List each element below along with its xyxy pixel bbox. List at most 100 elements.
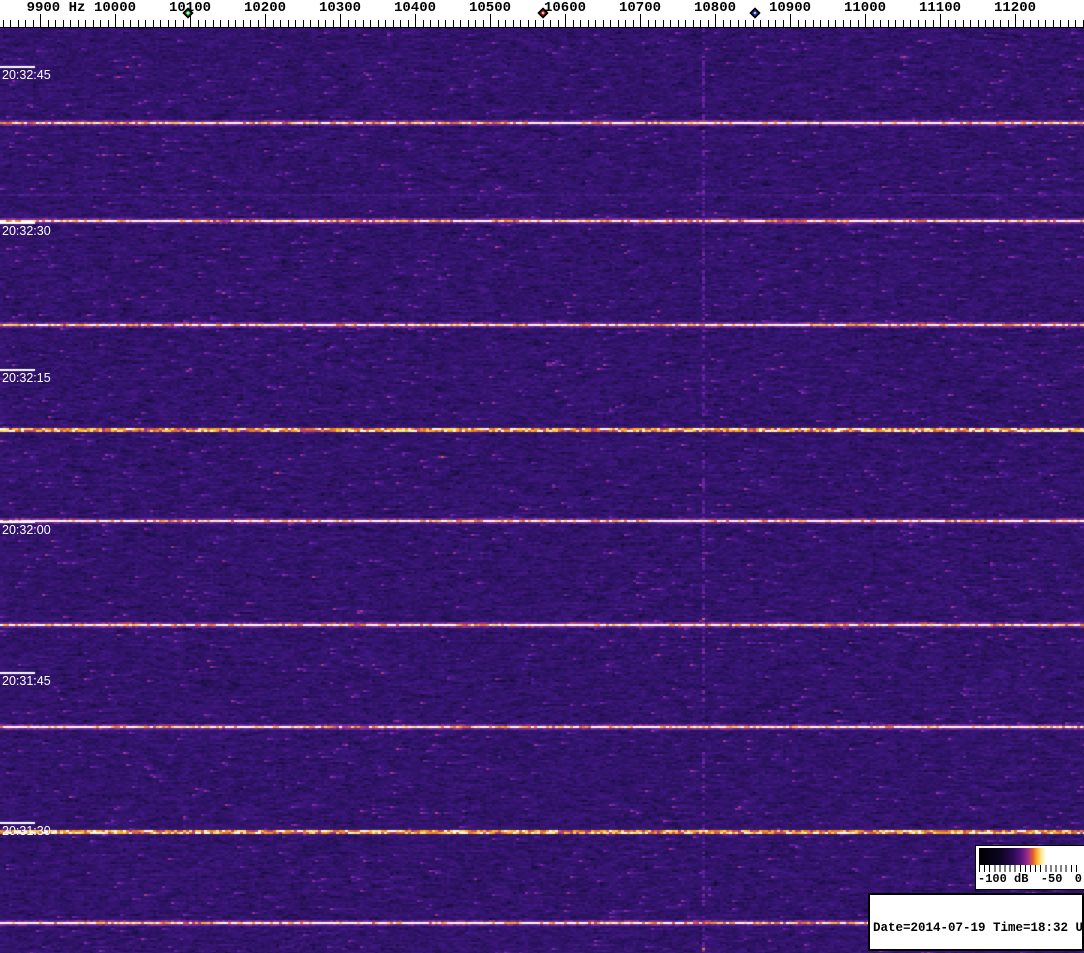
frequency-tick [303, 20, 304, 27]
frequency-tick [48, 20, 49, 27]
frequency-tick [1053, 20, 1054, 27]
time-label: 20:32:30 [2, 224, 51, 238]
frequency-tick [663, 20, 664, 27]
frequency-tick [963, 20, 964, 27]
spectrogram-screen: 9900 Hz 10000 10100 10200 10300 10400 10500 106… [0, 0, 1084, 953]
frequency-tick [468, 20, 469, 27]
frequency-tick [175, 20, 176, 27]
frequency-tick [655, 20, 656, 27]
station-info-box: Date=2014-07-19 Time=18:32 UTC Freq=143 … [868, 893, 1084, 951]
frequency-tick [775, 20, 776, 27]
frequency-tick [198, 20, 199, 27]
frequency-tick [1008, 20, 1009, 27]
frequency-tick [880, 20, 881, 27]
frequency-tick [813, 20, 814, 27]
frequency-tick [1060, 20, 1061, 27]
frequency-tick [25, 20, 26, 27]
frequency-tick [3, 20, 4, 27]
frequency-tick [160, 20, 161, 27]
frequency-tick [610, 20, 611, 27]
db-gradient-bar [979, 848, 1081, 865]
db-label-mid: -50 [1041, 872, 1063, 886]
frequency-tick [250, 20, 251, 27]
frequency-tick [453, 20, 454, 27]
frequency-tick [430, 20, 431, 27]
frequency-tick [108, 20, 109, 27]
frequency-tick [325, 20, 326, 27]
frequency-tick [423, 20, 424, 27]
frequency-tick [580, 20, 581, 27]
frequency-tick [798, 20, 799, 27]
frequency-tick [910, 20, 911, 27]
frequency-tick [55, 20, 56, 27]
frequency-tick [925, 20, 926, 27]
frequency-tick [1045, 20, 1046, 27]
frequency-tick [378, 20, 379, 27]
frequency-tick [850, 20, 851, 27]
frequency-tick [888, 20, 889, 27]
frequency-tick [513, 20, 514, 27]
frequency-tick [10, 20, 11, 27]
frequency-tick [1075, 20, 1076, 27]
frequency-tick [708, 20, 709, 27]
frequency-tick [78, 20, 79, 27]
db-label-min: -100 dB [978, 872, 1028, 886]
frequency-tick [723, 20, 724, 27]
frequency-tick [393, 20, 394, 27]
frequency-tick [183, 20, 184, 27]
frequency-tick [483, 20, 484, 27]
frequency-tick [528, 20, 529, 27]
frequency-tick [348, 20, 349, 27]
frequency-tick [363, 20, 364, 27]
frequency-tick [760, 20, 761, 27]
frequency-tick [153, 20, 154, 27]
frequency-tick [828, 20, 829, 27]
frequency-tick [535, 20, 536, 27]
frequency-ruler[interactable]: 9900 Hz 10000 10100 10200 10300 10400 10500 106… [0, 0, 1084, 28]
frequency-tick [70, 20, 71, 27]
frequency-tick [858, 20, 859, 27]
frequency-label: 10800 [694, 0, 736, 16]
frequency-tick [805, 20, 806, 27]
frequency-tick [783, 20, 784, 27]
frequency-label: 10300 [319, 0, 361, 16]
frequency-tick [768, 20, 769, 27]
frequency-tick [685, 20, 686, 27]
time-label: 20:31:30 [2, 824, 51, 838]
frequency-tick [385, 20, 386, 27]
frequency-tick [438, 20, 439, 27]
db-scale-ticks [979, 865, 1081, 872]
frequency-label: 10200 [244, 0, 286, 16]
frequency-tick [288, 20, 289, 27]
frequency-tick [700, 20, 701, 27]
frequency-tick [633, 20, 634, 27]
frequency-tick [648, 20, 649, 27]
frequency-tick [475, 20, 476, 27]
frequency-tick [100, 20, 101, 27]
frequency-tick [693, 20, 694, 27]
frequency-tick [895, 20, 896, 27]
frequency-tick [588, 20, 589, 27]
frequency-label: 10400 [394, 0, 436, 16]
time-label: 20:32:00 [2, 523, 51, 537]
db-label-max: 0 [1075, 872, 1082, 886]
frequency-tick [93, 20, 94, 27]
frequency-tick [280, 20, 281, 27]
frequency-tick [400, 20, 401, 27]
frequency-tick [625, 20, 626, 27]
blue-diamond-marker[interactable] [749, 7, 760, 18]
frequency-tick [573, 20, 574, 27]
frequency-tick [820, 20, 821, 27]
frequency-tick [918, 20, 919, 27]
frequency-tick [543, 20, 544, 27]
frequency-label: 9900 Hz [27, 0, 86, 16]
frequency-tick [1023, 20, 1024, 27]
frequency-tick [603, 20, 604, 27]
frequency-label: 10000 [94, 0, 136, 16]
frequency-tick [993, 20, 994, 27]
frequency-tick [550, 20, 551, 27]
frequency-tick [138, 20, 139, 27]
frequency-tick [130, 20, 131, 27]
frequency-tick [85, 20, 86, 27]
frequency-tick [310, 20, 311, 27]
